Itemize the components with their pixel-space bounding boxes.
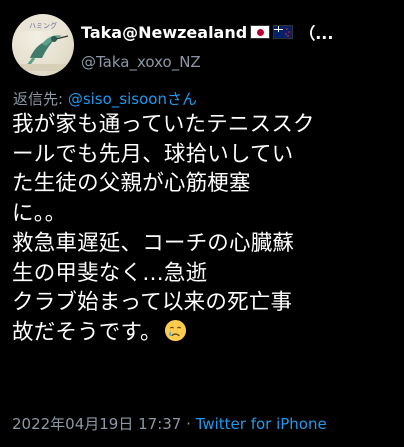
flag-japan-icon [250,25,271,39]
tweet-line: クラブ始まって以来の死亡事 [12,290,293,316]
tweet-metadata: 2022年04月19日 17:37 · Twitter for iPhone [12,413,327,434]
reply-mention-link[interactable]: @siso_sisoonさん [68,90,197,108]
user-names: Taka@Newzealand （... @Taka_xoxo_NZ [81,20,394,72]
user-handle[interactable]: @Taka_xoxo_NZ [81,53,394,71]
tweet-source-link[interactable]: Twitter for iPhone [196,415,327,433]
hummingbird-icon: ハミング [20,19,69,71]
avatar[interactable]: ハミング [12,14,74,76]
tweet-timestamp[interactable]: 2022年04月19日 17:37 [12,415,181,433]
flag-new-zealand-icon [273,25,294,39]
tweet-text: 我が家も通っていたテニススク ールでも先月、球拾いしてい た生徒の父親が心筋梗塞… [12,110,396,348]
tweet-last-line: 故だそうです。 [12,318,396,348]
reply-prefix: 返信先: [13,90,68,108]
display-name-text: Taka@Newzealand [81,22,248,42]
crying-face-icon [164,319,186,341]
tweet-line: た生徒の父親が心筋梗塞 [12,171,251,197]
tweet-line: 故だそうです。 [12,319,162,345]
tweet-line: 我が家も通っていたテニススク [12,112,315,137]
tweet-line: 生の甲斐なく…急逝 [12,260,208,286]
display-name-overflow: （... [299,24,334,43]
meta-separator: · [181,415,196,433]
tweet-line: ールでも先月、球拾いしてい [12,141,294,167]
display-name[interactable]: Taka@Newzealand （... [81,20,394,44]
tweet-header: ハミング Taka@Newzealand （... @Taka_xoxo_NZ [12,14,394,76]
svg-text:ハミング: ハミング [29,21,57,30]
tweet-line: 救急車遅延、コーチの心臓蘇 [12,230,295,256]
tweet-line: に。。 [12,201,67,227]
reply-to-line: 返信先: @siso_sisoonさん [13,88,197,109]
